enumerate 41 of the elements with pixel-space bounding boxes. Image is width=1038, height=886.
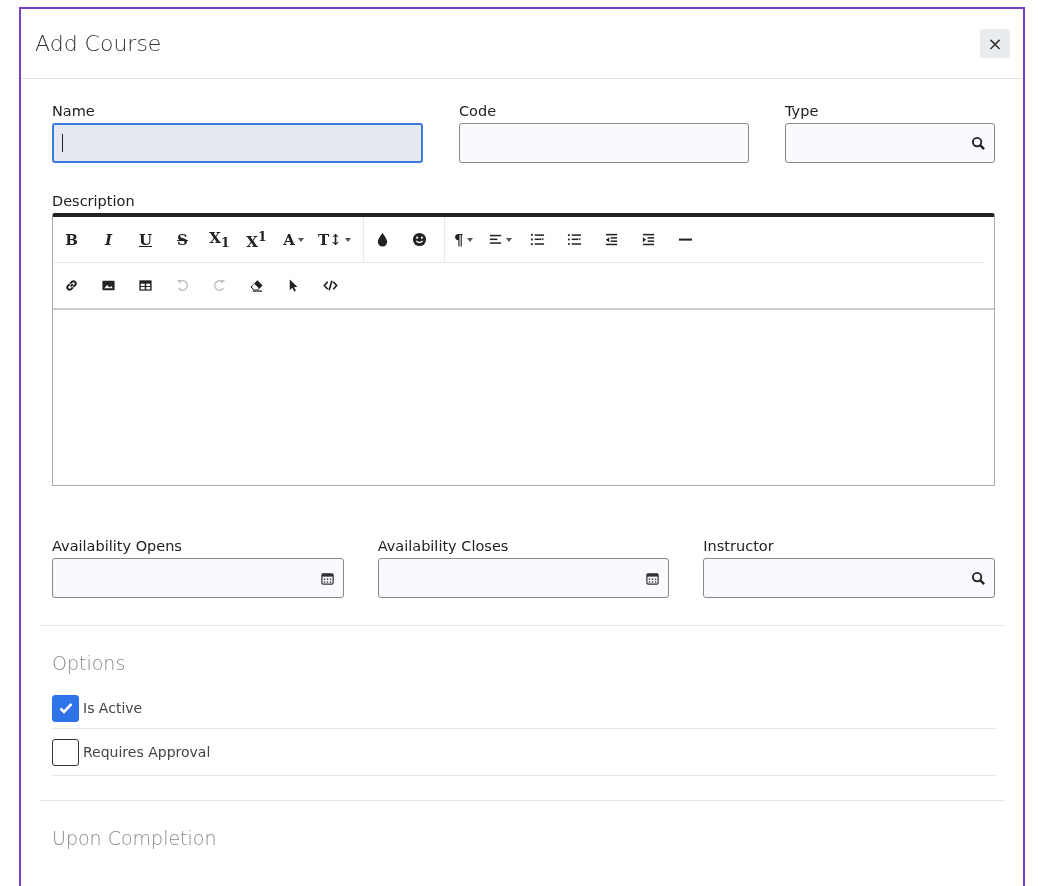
checkbox[interactable] [52,738,79,766]
field-label: Availability Closes [377,538,510,554]
input-field[interactable] [52,558,344,598]
rich-text-editor[interactable]: B I U S X$_{1}$ X$^{1}$ A T↕ ¶ [52,213,995,486]
checkbox-label: Requires Approval [83,744,211,760]
script-button[interactable]: X$^{1}$ [238,223,275,256]
paragraph-button[interactable]: ¶ [444,223,482,256]
calendar-icon [645,570,661,586]
dropdown-caret-icon [466,237,473,242]
input-field[interactable] [785,123,995,163]
dialog-title: Add Course [35,31,162,56]
input-field[interactable] [459,123,749,163]
field-label: Code [459,103,498,119]
input-field[interactable] [703,558,995,598]
field-label: Name [52,103,96,119]
dropdown-caret-icon [506,237,513,242]
check-icon [58,702,73,714]
checkbox-label: Is Active [83,700,143,716]
letter-button[interactable]: T↕ [312,223,357,256]
section-heading: Options [51,652,127,674]
section-heading: Upon Completion [51,827,218,849]
dropdown-caret-icon [344,237,351,242]
text-cursor [62,134,63,152]
input-field[interactable] [52,123,423,163]
field-label: Availability Opens [52,538,183,554]
strike-button[interactable]: S [164,223,201,256]
script-button[interactable]: X$_{1}$ [201,223,238,256]
search-icon [971,570,986,586]
letter-button[interactable]: A [275,223,312,256]
checkbox[interactable] [52,694,79,722]
field-label: Description [52,193,136,209]
field-label: Type [785,103,820,119]
dropdown-caret-icon [297,237,304,242]
close-button[interactable]: × [980,29,1010,58]
field-label: Instructor [703,538,775,554]
underline-button[interactable]: U [127,223,164,256]
search-icon [971,135,986,151]
bold-button[interactable]: B [53,223,90,256]
calendar-icon [319,570,335,586]
italic-button[interactable]: I [90,223,127,256]
input-field[interactable] [377,558,670,598]
